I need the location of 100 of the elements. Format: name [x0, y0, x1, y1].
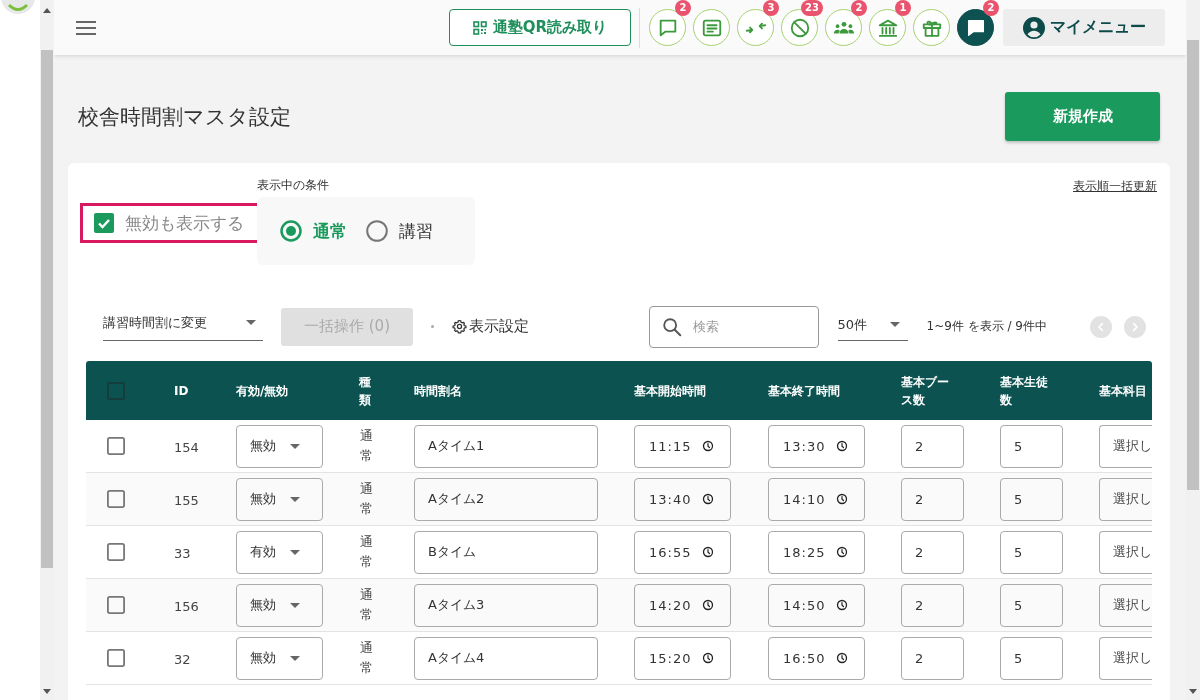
arrow-up-icon[interactable] [43, 8, 51, 13]
scrollbar[interactable] [1186, 0, 1200, 700]
table-cell-text: 通常 [360, 586, 373, 624]
checkbox[interactable] [94, 213, 114, 233]
clock-icon[interactable] [702, 546, 714, 558]
name-field[interactable]: Aタイム2 [414, 477, 598, 521]
column-header: 基本生徒数 [1000, 373, 1049, 409]
row-checkbox[interactable] [107, 437, 125, 455]
subject-select[interactable]: 選択し [1099, 636, 1152, 680]
table-cell: 154 [174, 439, 199, 455]
status-select[interactable]: 有効 [236, 530, 323, 574]
time-field[interactable]: 11:15 [634, 424, 731, 468]
menu-icon[interactable] [76, 20, 96, 35]
caret-icon [246, 320, 256, 325]
time-field[interactable]: 14:10 [768, 477, 865, 521]
radio-button[interactable] [366, 220, 388, 242]
caret-icon [290, 655, 300, 661]
table-cell-text: 通常 [360, 480, 373, 518]
row-checkbox[interactable] [107, 596, 125, 614]
subject-select[interactable]: 選択し [1099, 424, 1152, 468]
caret-icon [889, 322, 900, 327]
condition-label: 表示中の条件 [257, 177, 330, 193]
page-size-select[interactable]: 50件 [837, 305, 908, 341]
slashed-circle-icon [788, 16, 811, 39]
search-field[interactable]: 検索 [648, 305, 819, 348]
name-field[interactable]: Aタイム3 [414, 583, 598, 627]
time-field[interactable]: 16:55 [634, 530, 731, 574]
scrollbar-thumb[interactable] [1187, 40, 1199, 490]
column-header: 種類 [359, 373, 371, 409]
count-badge: 2 [851, 0, 867, 16]
scrollbar[interactable] [40, 0, 54, 700]
time-field[interactable]: 16:50 [768, 636, 865, 680]
table-cell: 33 [174, 545, 191, 561]
status-select[interactable]: 無効 [236, 583, 323, 627]
time-field[interactable]: 13:40 [634, 477, 731, 521]
arrow-down-icon[interactable] [1189, 689, 1197, 694]
count-badge: 1 [895, 0, 911, 16]
clock-icon[interactable] [836, 493, 848, 505]
qr-button[interactable]: 通塾QR読み取り [449, 9, 631, 46]
name-field[interactable]: Aタイム4 [414, 636, 598, 680]
status-select[interactable]: 無効 [236, 636, 323, 680]
table-cell-text: 通常 [360, 639, 373, 677]
inward-arrows-button[interactable] [737, 9, 774, 46]
row-checkbox[interactable] [107, 543, 125, 561]
clock-icon[interactable] [702, 440, 714, 452]
number-field[interactable]: 5 [1000, 477, 1063, 521]
clock-icon[interactable] [702, 599, 714, 611]
clock-icon[interactable] [836, 652, 848, 664]
number-field[interactable]: 2 [901, 530, 964, 574]
subject-select[interactable]: 選択し [1099, 583, 1152, 627]
dot-icon [431, 325, 434, 328]
time-field[interactable]: 14:20 [634, 583, 731, 627]
count-badge: 2 [675, 0, 691, 16]
status-select[interactable]: 無効 [236, 424, 323, 468]
page-title: 校舎時間割マスタ設定 [78, 103, 291, 131]
number-field[interactable]: 2 [901, 424, 964, 468]
clock-icon[interactable] [836, 599, 848, 611]
number-field[interactable]: 5 [1000, 636, 1063, 680]
number-field[interactable]: 2 [901, 636, 964, 680]
timetable-select[interactable]: 講習時間割に変更 [103, 305, 263, 341]
row-checkbox[interactable] [107, 490, 125, 508]
scrollbar-thumb[interactable] [41, 50, 53, 568]
number-field[interactable]: 5 [1000, 583, 1063, 627]
arrow-down-icon[interactable] [43, 689, 51, 694]
my-menu-button[interactable]: マイメニュー [1003, 9, 1165, 46]
logo-icon [0, 0, 36, 16]
column-header: ID [174, 383, 189, 398]
clock-icon[interactable] [702, 493, 714, 505]
create-button[interactable]: 新規作成 [1005, 92, 1160, 141]
number-field[interactable]: 5 [1000, 530, 1063, 574]
clock-icon[interactable] [836, 440, 848, 452]
number-field[interactable]: 2 [901, 477, 964, 521]
table-cell-text: 通常 [360, 533, 373, 571]
column-header: 有効/無効 [236, 383, 289, 398]
time-field[interactable]: 13:30 [768, 424, 865, 468]
name-field[interactable]: Bタイム [414, 530, 598, 574]
time-field[interactable]: 15:20 [634, 636, 731, 680]
subject-select[interactable]: 選択し [1099, 530, 1152, 574]
clock-icon[interactable] [702, 652, 714, 664]
time-field[interactable]: 14:50 [768, 583, 865, 627]
checkbox-label[interactable]: 無効も表示する [125, 211, 244, 235]
status-select[interactable]: 無効 [236, 477, 323, 521]
column-header: 時間割名 [414, 383, 462, 398]
qr-code-icon [472, 20, 487, 35]
caret-icon [290, 549, 300, 555]
name-field[interactable]: Aタイム1 [414, 424, 598, 468]
radio-option[interactable]: 講習 [366, 219, 433, 243]
clock-icon[interactable] [836, 546, 848, 558]
table-cell: 156 [174, 598, 199, 614]
number-field[interactable]: 2 [901, 583, 964, 627]
caret-icon [290, 443, 300, 449]
reorder-link[interactable]: 表示順一括更新 [1073, 178, 1157, 195]
display-settings-button[interactable]: 表示設定 [452, 317, 529, 336]
count-badge: 23 [801, 0, 823, 16]
number-field[interactable]: 5 [1000, 424, 1063, 468]
radio-button[interactable] [280, 220, 302, 242]
subject-select[interactable]: 選択し [1099, 477, 1152, 521]
row-checkbox[interactable] [107, 649, 125, 667]
table-cell: 32 [174, 651, 191, 667]
time-field[interactable]: 18:25 [768, 530, 865, 574]
